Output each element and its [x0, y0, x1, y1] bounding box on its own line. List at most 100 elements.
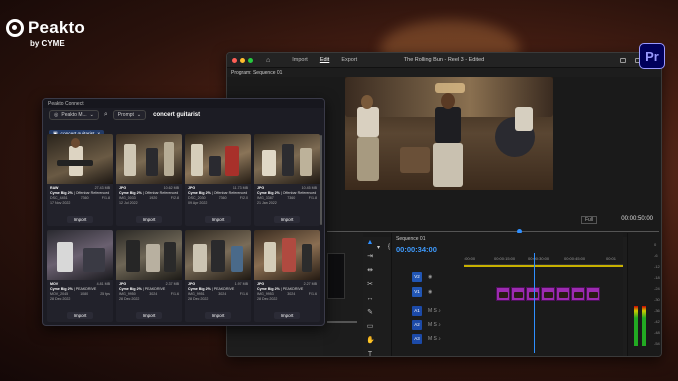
- premiere-app-icon: Pr: [639, 43, 665, 69]
- video-clip[interactable]: [556, 287, 570, 301]
- maximize-window-button[interactable]: [248, 57, 253, 63]
- ruler-label: 00:00:45:00: [564, 256, 586, 261]
- result-card[interactable]: JPG 1.97 MB Cyme Big 2% | PEAKDRIVE IMG_9…: [185, 230, 251, 322]
- search-icon[interactable]: ⌕: [104, 111, 108, 119]
- brand-sub: by CYME: [30, 39, 65, 48]
- track-a2: A2 M S ♪: [392, 319, 624, 331]
- results-scrollbar[interactable]: [320, 135, 322, 225]
- result-card[interactable]: JPG 2.27 MB Cyme Big 2% | PEAKDRIVE IMG_9…: [254, 230, 320, 322]
- razor-icon[interactable]: ✂: [366, 281, 374, 289]
- ruler-label: 00:00:30:00: [528, 256, 550, 261]
- brand-name: Peakto: [28, 18, 85, 37]
- result-card[interactable]: JPG 2.37 MB Cyme Big 2% | PEAKDRIVE IMG_9…: [116, 230, 182, 322]
- mark-in-icon[interactable]: {: [388, 244, 390, 251]
- result-card[interactable]: JPG 10.62 MB Cyme Big 2% | Offenbar Refer…: [116, 134, 182, 226]
- menu-export[interactable]: Export: [341, 57, 357, 63]
- result-card[interactable]: MOV 4.81 MB Cyme Big 2% | PEAKDRIVE MOV_2…: [47, 230, 113, 322]
- meter-scale: 0 -6 -12 -18 -24 -30 -36 -42 -48 -54: [654, 242, 660, 346]
- import-button[interactable]: Import: [136, 312, 162, 319]
- result-card[interactable]: RAW 27.43 MB Cyme Big 2% | Offenbar Refer…: [47, 134, 113, 226]
- result-card[interactable]: JPG 10.45 MB Cyme Big 2% | Offenbar Refer…: [254, 134, 320, 226]
- ripple-edit-icon[interactable]: ⇹: [366, 267, 374, 275]
- peakto-title: Peakto Connect: [43, 99, 324, 108]
- source-dropdown[interactable]: ◎ Peakto M... ⌄: [49, 110, 99, 120]
- track-mute-icon[interactable]: M S ♪: [428, 308, 441, 314]
- import-button[interactable]: Import: [274, 216, 300, 223]
- tools-panel: ▲ ⇥ ⇹ ✂ ↔ ✎ ▭ ✋ T: [363, 239, 377, 356]
- track-label-v2[interactable]: V2: [412, 272, 422, 282]
- track-eye-icon[interactable]: ◉: [428, 289, 432, 295]
- sequence-tab[interactable]: Sequence 01: [396, 236, 425, 242]
- ruler-label: 00:01: [606, 256, 617, 261]
- import-button[interactable]: Import: [205, 216, 231, 223]
- peakto-logo: Peakto by CYME: [6, 18, 85, 48]
- peakto-connect-window: Peakto Connect ◎ Peakto M... ⌄ ⌕ Prompt …: [42, 98, 325, 326]
- track-v1: V1 ◉: [392, 286, 624, 301]
- track-a1: A1 M S ♪: [392, 305, 624, 317]
- timeline-ruler[interactable]: :00:00 00:00:15:00 00:00:30:00 00:00:45:…: [464, 255, 623, 265]
- hand-icon[interactable]: ✋: [366, 337, 375, 345]
- program-video-frame: [345, 77, 553, 190]
- mode-dropdown[interactable]: Prompt ⌄: [112, 110, 147, 120]
- chevron-down-icon: ⌄: [136, 112, 142, 118]
- fit-dropdown[interactable]: Full: [581, 216, 598, 224]
- home-icon[interactable]: ⌂: [266, 57, 270, 64]
- work-area-bar[interactable]: [464, 265, 623, 267]
- workspaces-icon[interactable]: [620, 57, 626, 63]
- selection-tool-icon[interactable]: ▲: [366, 239, 374, 247]
- import-button[interactable]: Import: [67, 312, 93, 319]
- chevron-down-icon: ⌄: [89, 112, 94, 118]
- timeline-panel: Sequence 01 00:00:34:00 :00:00 00:00:15:…: [391, 233, 624, 356]
- peakto-logo-icon: [6, 19, 24, 37]
- source-icon: ◎: [54, 112, 59, 118]
- source-label: Peakto M...: [61, 112, 87, 118]
- video-clip[interactable]: [496, 287, 510, 301]
- audio-meters: 0 -6 -12 -18 -24 -30 -36 -42 -48 -54: [627, 233, 661, 356]
- v1-clips: [496, 287, 601, 301]
- ruler-label: 00:00:15:00: [494, 256, 516, 261]
- audio-meter-right: [642, 306, 646, 346]
- sequence-timecode[interactable]: 00:00:34:00: [396, 245, 437, 254]
- import-button[interactable]: Import: [205, 312, 231, 319]
- ruler-label: :00:00: [464, 256, 476, 261]
- track-eye-icon[interactable]: ◉: [428, 274, 432, 280]
- peakto-search-bar: ◎ Peakto M... ⌄ ⌕ Prompt ⌄ concert guita…: [43, 108, 324, 122]
- menu-import[interactable]: Import: [292, 57, 308, 63]
- track-label-a1[interactable]: A1: [412, 306, 422, 316]
- timeline-playhead[interactable]: [534, 253, 535, 353]
- track-v2: V2 ◉: [392, 271, 624, 283]
- mode-label: Prompt: [117, 112, 134, 118]
- rectangle-icon[interactable]: ▭: [366, 323, 374, 331]
- track-label-a2[interactable]: A2: [412, 320, 422, 330]
- import-button[interactable]: Import: [274, 312, 300, 319]
- premiere-titlebar: ⌂ Import Edit Export The Rolling Bun - R…: [227, 53, 661, 68]
- video-clip[interactable]: [586, 287, 600, 301]
- search-query[interactable]: concert guitarist: [153, 112, 200, 118]
- monitor-duration: 00:00:50:00: [621, 216, 653, 222]
- project-panel: [323, 233, 363, 356]
- video-clip[interactable]: [526, 287, 540, 301]
- result-card[interactable]: JPG 11.73 MB Cyme Big 2% | Offenbar Refer…: [185, 134, 251, 226]
- video-clip[interactable]: [541, 287, 555, 301]
- track-a3: A3 M S ♪: [392, 333, 624, 345]
- audio-meter-left: [634, 306, 638, 346]
- menu-edit[interactable]: Edit: [320, 57, 329, 63]
- marker-icon[interactable]: ▾: [377, 244, 380, 251]
- minimize-window-button[interactable]: [240, 57, 245, 63]
- track-mute-icon[interactable]: M S ♪: [428, 322, 441, 328]
- track-label-a3[interactable]: A3: [412, 334, 422, 344]
- track-mute-icon[interactable]: M S ♪: [428, 336, 441, 342]
- video-clip[interactable]: [511, 287, 525, 301]
- slip-icon[interactable]: ↔: [366, 295, 374, 303]
- pen-icon[interactable]: ✎: [366, 309, 374, 317]
- premiere-menu: Import Edit Export: [292, 57, 357, 63]
- close-window-button[interactable]: [232, 57, 237, 63]
- program-monitor-label: Program: Sequence 01: [231, 70, 283, 76]
- video-clip[interactable]: [571, 287, 585, 301]
- results-grid: RAW 27.43 MB Cyme Big 2% | Offenbar Refer…: [47, 134, 322, 322]
- track-label-v1[interactable]: V1: [412, 287, 422, 297]
- import-button[interactable]: Import: [67, 216, 93, 223]
- type-icon[interactable]: T: [366, 351, 374, 356]
- import-button[interactable]: Import: [136, 216, 162, 223]
- track-select-icon[interactable]: ⇥: [366, 253, 374, 261]
